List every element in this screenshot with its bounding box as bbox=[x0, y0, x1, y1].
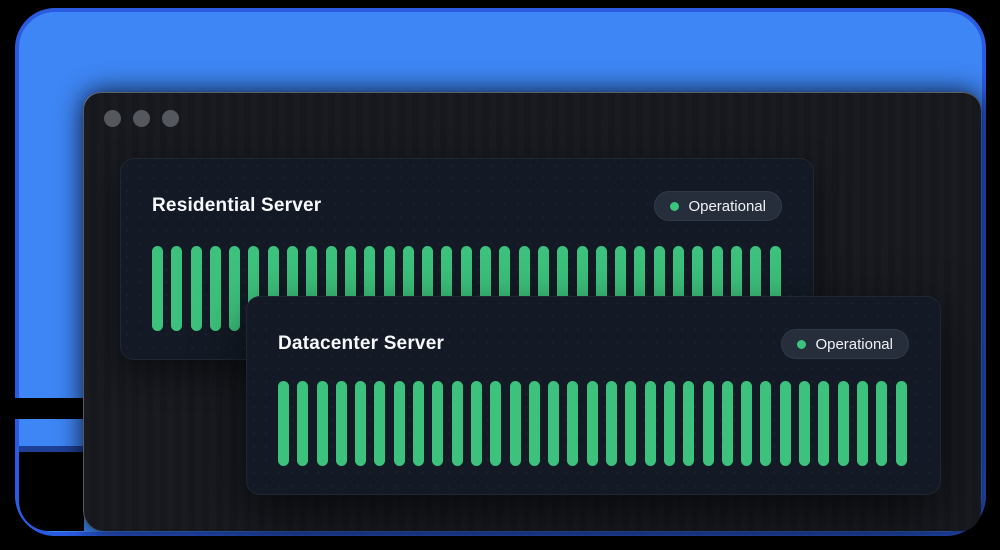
uptime-bar bbox=[625, 381, 637, 466]
uptime-bar bbox=[586, 381, 598, 466]
uptime-bar bbox=[818, 381, 830, 466]
status-dot-icon bbox=[670, 201, 680, 211]
uptime-bar bbox=[335, 381, 347, 466]
uptime-bar bbox=[528, 381, 540, 466]
uptime-bar bbox=[644, 381, 656, 466]
uptime-bar bbox=[799, 381, 811, 466]
app-window: Residential Server Operational Datacente… bbox=[83, 92, 981, 531]
uptime-bar bbox=[413, 381, 425, 466]
card-header: Residential Server Operational bbox=[152, 159, 782, 222]
status-badge: Operational bbox=[781, 329, 909, 359]
uptime-bar bbox=[209, 246, 221, 331]
status-card-datacenter: Datacenter Server Operational bbox=[246, 296, 941, 495]
uptime-bar bbox=[316, 381, 328, 466]
uptime-bar bbox=[171, 246, 183, 331]
decorative-stripe-black-bottom bbox=[19, 446, 84, 531]
status-label: Operational bbox=[688, 197, 766, 215]
traffic-light-minimize-icon[interactable] bbox=[133, 110, 150, 127]
uptime-bar bbox=[702, 381, 714, 466]
decorative-stripe-black bbox=[11, 398, 84, 419]
card-title: Datacenter Server bbox=[278, 333, 445, 354]
uptime-bar bbox=[490, 381, 502, 466]
uptime-bar bbox=[837, 381, 849, 466]
status-badge: Operational bbox=[654, 191, 782, 221]
uptime-bar bbox=[229, 246, 241, 331]
uptime-bar bbox=[355, 381, 367, 466]
uptime-bar bbox=[895, 381, 907, 466]
uptime-bar bbox=[152, 246, 163, 331]
uptime-bar bbox=[760, 381, 772, 466]
uptime-bar bbox=[779, 381, 791, 466]
uptime-bar bbox=[721, 381, 733, 466]
page-background: Residential Server Operational Datacente… bbox=[0, 0, 1000, 550]
window-titlebar bbox=[104, 110, 179, 127]
uptime-bars bbox=[278, 381, 909, 466]
uptime-bar bbox=[393, 381, 405, 466]
traffic-light-zoom-icon[interactable] bbox=[162, 110, 179, 127]
uptime-bar bbox=[683, 381, 695, 466]
uptime-bar bbox=[451, 381, 463, 466]
uptime-bar bbox=[297, 381, 309, 466]
uptime-bar bbox=[278, 381, 289, 466]
uptime-bar bbox=[470, 381, 482, 466]
uptime-bar bbox=[876, 381, 888, 466]
uptime-bar bbox=[741, 381, 753, 466]
uptime-bar bbox=[509, 381, 521, 466]
traffic-light-close-icon[interactable] bbox=[104, 110, 121, 127]
status-label: Operational bbox=[815, 335, 893, 353]
uptime-bar bbox=[606, 381, 618, 466]
uptime-bar bbox=[548, 381, 560, 466]
card-header: Datacenter Server Operational bbox=[278, 297, 909, 360]
uptime-bar bbox=[190, 246, 202, 331]
uptime-bar bbox=[663, 381, 675, 466]
card-title: Residential Server bbox=[152, 195, 322, 216]
uptime-bar bbox=[856, 381, 868, 466]
uptime-bar bbox=[432, 381, 444, 466]
uptime-bar bbox=[374, 381, 386, 466]
uptime-bar bbox=[567, 381, 579, 466]
status-dot-icon bbox=[797, 339, 807, 349]
